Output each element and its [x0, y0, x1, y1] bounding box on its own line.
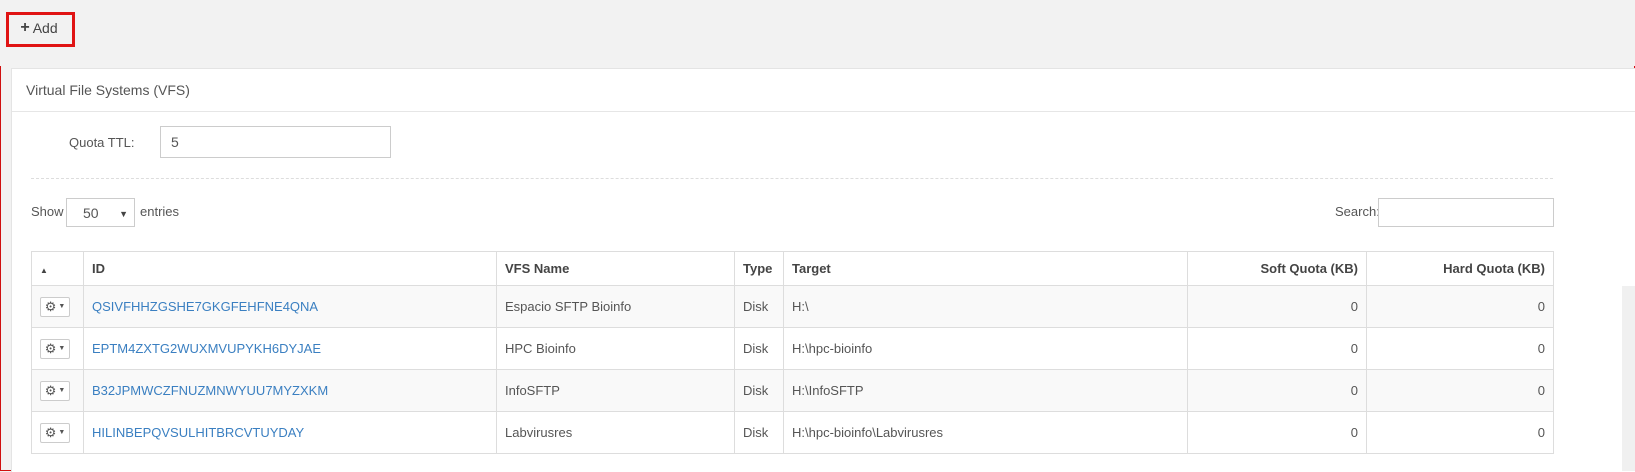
- page-size-select[interactable]: 50 ▼: [66, 198, 135, 227]
- table-row: ⚙ ▼ QSIVFHHZGSHE7GKGFEHFNE4QNA Espacio SF…: [31, 285, 1554, 328]
- vfs-id-link[interactable]: QSIVFHHZGSHE7GKGFEHFNE4QNA: [92, 299, 318, 314]
- soft-quota-cell: 0: [1187, 411, 1367, 454]
- vfs-type-cell: Disk: [734, 327, 784, 370]
- row-actions-button[interactable]: ⚙ ▼: [40, 380, 70, 401]
- row-actions-cell: ⚙ ▼: [31, 285, 84, 328]
- row-actions-cell: ⚙ ▼: [31, 411, 84, 454]
- quota-ttl-input[interactable]: [160, 126, 391, 158]
- gear-icon: ⚙: [44, 299, 57, 314]
- divider: [31, 178, 1553, 179]
- vfs-id-cell: QSIVFHHZGSHE7GKGFEHFNE4QNA: [83, 285, 497, 328]
- gear-icon: ⚙: [44, 341, 57, 356]
- vfs-target-cell: H:\: [783, 285, 1188, 328]
- soft-quota-cell: 0: [1187, 369, 1367, 412]
- vfs-panel: Virtual File Systems (VFS) Quota TTL: Sh…: [11, 68, 1635, 472]
- vfs-table: ▲ ID VFS Name Type Target Soft Quota (KB…: [31, 251, 1554, 454]
- row-actions-button[interactable]: ⚙ ▼: [40, 296, 70, 317]
- caret-down-icon: ▼: [58, 303, 66, 310]
- vfs-name-cell: HPC Bioinfo: [496, 327, 735, 370]
- row-actions-cell: ⚙ ▼: [31, 369, 84, 412]
- add-button-label: Add: [32, 20, 58, 36]
- hard-quota-cell: 0: [1366, 369, 1554, 412]
- entries-label: entries: [140, 204, 180, 219]
- vfs-id-cell: EPTM4ZXTG2WUXMVUPYKH6DYJAE: [83, 327, 497, 370]
- row-actions-button[interactable]: ⚙ ▼: [40, 422, 70, 443]
- sort-up-icon: ▲: [40, 266, 48, 275]
- row-actions-button[interactable]: ⚙ ▼: [40, 338, 70, 359]
- column-header-id[interactable]: ID: [83, 251, 497, 286]
- panel-title: Virtual File Systems (VFS): [12, 69, 1635, 112]
- column-header-soft-quota[interactable]: Soft Quota (KB): [1187, 251, 1367, 286]
- vfs-type-cell: Disk: [734, 285, 784, 328]
- search-input[interactable]: [1378, 198, 1554, 227]
- caret-down-icon: ▼: [58, 345, 66, 352]
- page-size-value: 50: [83, 204, 99, 221]
- gear-icon: ⚙: [44, 383, 57, 398]
- toolbar: + Add: [0, 0, 1635, 66]
- show-label: Show: [31, 204, 64, 219]
- soft-quota-cell: 0: [1187, 327, 1367, 370]
- caret-down-icon: ▼: [58, 387, 66, 394]
- vertical-scrollbar[interactable]: [1622, 286, 1635, 471]
- vfs-name-cell: InfoSFTP: [496, 369, 735, 412]
- vfs-id-link[interactable]: HILINBEPQVSULHITBRCVTUYDAY: [92, 425, 304, 440]
- plus-icon: +: [20, 19, 30, 36]
- column-header-hard-quota[interactable]: Hard Quota (KB): [1366, 251, 1554, 286]
- hard-quota-cell: 0: [1366, 285, 1554, 328]
- gear-icon: ⚙: [44, 425, 57, 440]
- vfs-target-cell: H:\InfoSFTP: [783, 369, 1188, 412]
- vfs-name-cell: Espacio SFTP Bioinfo: [496, 285, 735, 328]
- hard-quota-cell: 0: [1366, 411, 1554, 454]
- table-row: ⚙ ▼ HILINBEPQVSULHITBRCVTUYDAY Labvirusre…: [31, 411, 1554, 454]
- column-header-target[interactable]: Target: [783, 251, 1188, 286]
- row-actions-cell: ⚙ ▼: [31, 327, 84, 370]
- add-button[interactable]: + Add: [12, 15, 66, 41]
- column-header-vfs-name[interactable]: VFS Name: [496, 251, 735, 286]
- vfs-id-link[interactable]: B32JPMWCZFNUZMNWYUU7MYZXKM: [92, 383, 328, 398]
- vfs-type-cell: Disk: [734, 369, 784, 412]
- soft-quota-cell: 0: [1187, 285, 1367, 328]
- vfs-id-link[interactable]: EPTM4ZXTG2WUXMVUPYKH6DYJAE: [92, 341, 321, 356]
- search-label: Search:: [1335, 204, 1380, 219]
- caret-down-icon: ▼: [58, 429, 66, 436]
- vfs-id-cell: B32JPMWCZFNUZMNWYUU7MYZXKM: [83, 369, 497, 412]
- table-header-row: ▲ ID VFS Name Type Target Soft Quota (KB…: [31, 251, 1554, 286]
- sort-column-header[interactable]: ▲: [31, 251, 84, 286]
- vfs-type-cell: Disk: [734, 411, 784, 454]
- quota-ttl-label: Quota TTL:: [69, 135, 135, 150]
- table-row: ⚙ ▼ EPTM4ZXTG2WUXMVUPYKH6DYJAE HPC Bioinf…: [31, 327, 1554, 370]
- vfs-name-cell: Labvirusres: [496, 411, 735, 454]
- table-row: ⚙ ▼ B32JPMWCZFNUZMNWYUU7MYZXKM InfoSFTP D…: [31, 369, 1554, 412]
- caret-down-icon: ▼: [119, 209, 128, 219]
- column-header-type[interactable]: Type: [734, 251, 784, 286]
- vfs-target-cell: H:\hpc-bioinfo\Labvirusres: [783, 411, 1188, 454]
- vfs-id-cell: HILINBEPQVSULHITBRCVTUYDAY: [83, 411, 497, 454]
- vfs-target-cell: H:\hpc-bioinfo: [783, 327, 1188, 370]
- hard-quota-cell: 0: [1366, 327, 1554, 370]
